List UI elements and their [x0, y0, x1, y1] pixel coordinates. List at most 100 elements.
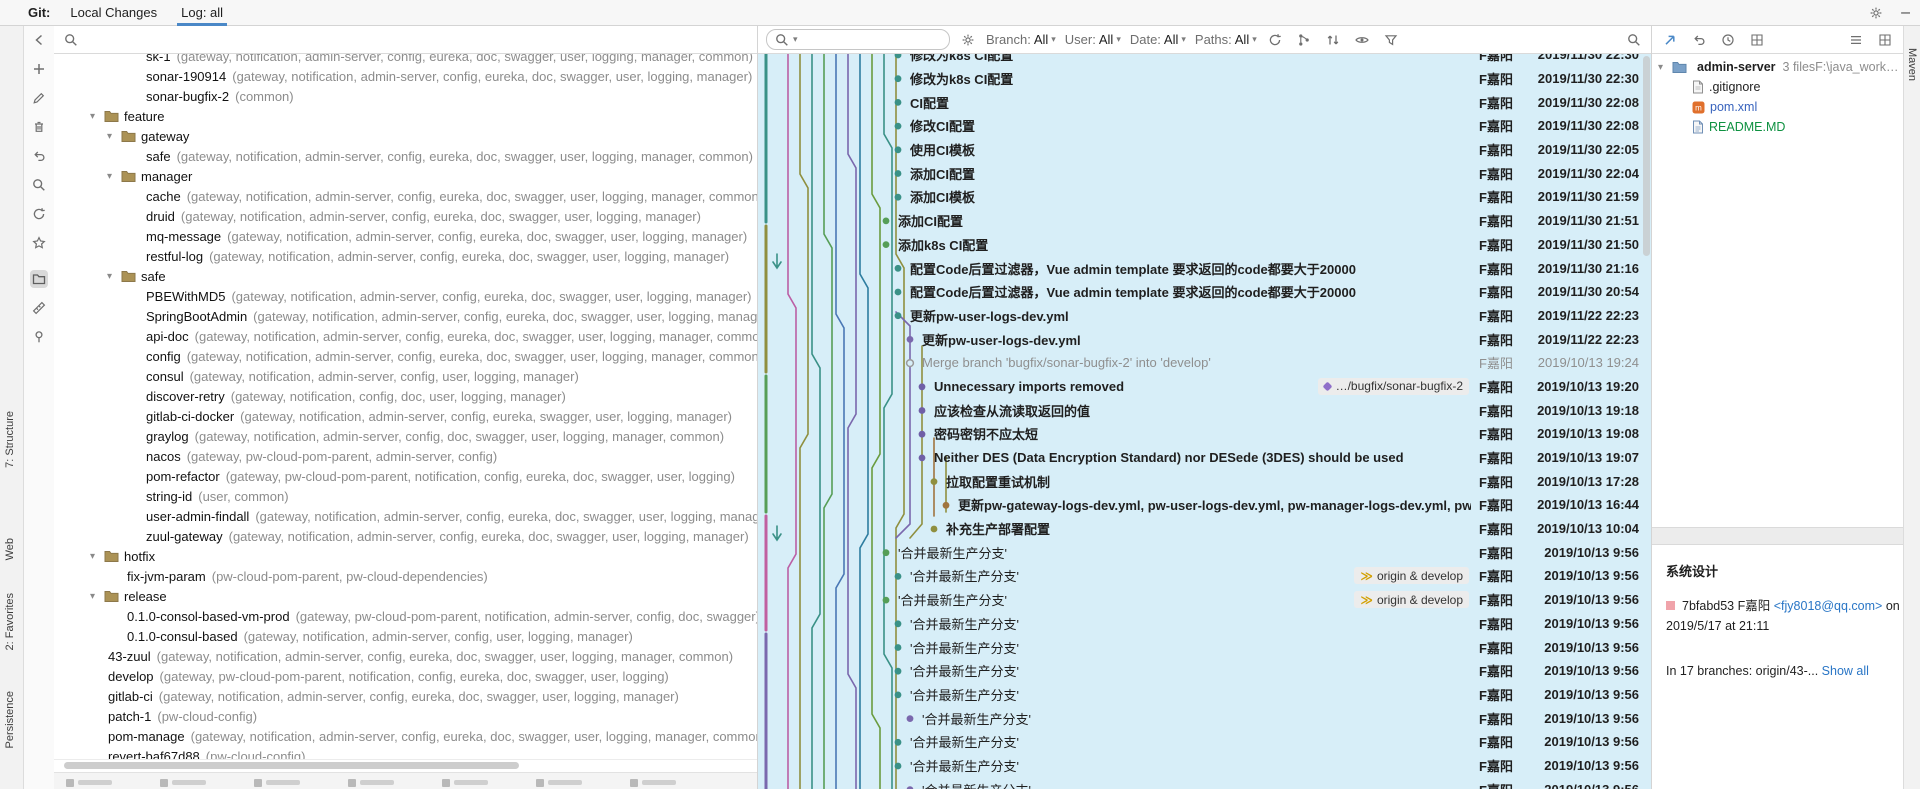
chevron-down-icon[interactable]: ▾	[107, 131, 121, 142]
author-email-link[interactable]: <fjy8018@qq.com>	[1774, 599, 1883, 613]
user-filter[interactable]: User: All ▾	[1065, 32, 1121, 47]
log-search-input[interactable]	[801, 31, 942, 48]
branch-row[interactable]: graylog(gateway, notification, admin-ser…	[54, 426, 757, 446]
commit-row[interactable]: '合并最新生产分支'F嘉阳2019/10/13 9:56	[758, 612, 1651, 636]
branch-search-input[interactable]	[86, 31, 749, 48]
branch-row[interactable]: restful-log(gateway, notification, admin…	[54, 246, 757, 266]
rollback-icon[interactable]	[30, 147, 48, 165]
branch-row[interactable]: sonar-190914(gateway, notification, admi…	[54, 66, 757, 86]
date-filter[interactable]: Date: All ▾	[1130, 32, 1186, 47]
commit-row[interactable]: '合并最新生产分支'F嘉阳2019/10/13 9:56	[758, 659, 1651, 683]
branch-row[interactable]: PBEWithMD5(gateway, notification, admin-…	[54, 286, 757, 306]
changed-file-row[interactable]: README.MD	[1652, 117, 1903, 137]
history-icon[interactable]	[1719, 31, 1737, 49]
add-icon[interactable]	[30, 60, 48, 78]
rollback-icon[interactable]	[1690, 31, 1708, 49]
chevron-down-icon[interactable]: ▾	[90, 111, 104, 122]
commit-row[interactable]: 更新pw-user-logs-dev.ymlF嘉阳2019/11/22 22:2…	[758, 327, 1651, 351]
changed-file-row[interactable]: mpom.xml	[1652, 97, 1903, 117]
commit-row[interactable]: 密码密钥不应太短F嘉阳2019/10/13 19:08	[758, 422, 1651, 446]
commit-row[interactable]: 拉取配置重试机制F嘉阳2019/10/13 17:28	[758, 469, 1651, 493]
star-icon[interactable]	[30, 234, 48, 252]
sort-icon[interactable]	[1324, 31, 1342, 49]
commit-row[interactable]: 修改为k8s CI配置F嘉阳2019/11/30 22:30	[758, 67, 1651, 91]
minimize-icon[interactable]: –	[1901, 5, 1910, 21]
details-splitter[interactable]	[1652, 527, 1903, 545]
commit-row[interactable]: 更新pw-user-logs-dev.ymlF嘉阳2019/11/22 22:2…	[758, 304, 1651, 328]
scrollbar-thumb[interactable]	[64, 762, 519, 769]
commit-row[interactable]: 配置Code后置过滤器，Vue admin template 要求返回的code…	[758, 256, 1651, 280]
chevron-down-icon[interactable]: ▾	[107, 171, 121, 182]
branch-row[interactable]: cache(gateway, notification, admin-serve…	[54, 186, 757, 206]
collapse-icon[interactable]	[30, 31, 48, 49]
branch-row[interactable]: sk-1(gateway, notification, admin-server…	[54, 54, 757, 66]
edit-icon[interactable]	[30, 89, 48, 107]
commit-row[interactable]: 补充生产部署配置F嘉阳2019/10/13 10:04	[758, 517, 1651, 541]
branch-row[interactable]: 43-zuul(gateway, notification, admin-ser…	[54, 646, 757, 666]
branch-row[interactable]: consul(gateway, notification, admin-serv…	[54, 366, 757, 386]
chevron-down-icon[interactable]: ▾	[107, 271, 121, 282]
commit-row[interactable]: 添加CI模板F嘉阳2019/11/30 21:59	[758, 185, 1651, 209]
branch-row[interactable]: gitlab-ci(gateway, notification, admin-s…	[54, 686, 757, 706]
search-icon[interactable]	[30, 176, 48, 194]
commit-row[interactable]: '合并最新生产分支'F嘉阳2019/10/13 9:56	[758, 754, 1651, 778]
commit-row[interactable]: '合并最新生产分支'F嘉阳2019/10/13 9:56	[758, 635, 1651, 659]
commit-row[interactable]: Unnecessary imports removed…/bugfix/sona…	[758, 375, 1651, 399]
stripe-persistence-button[interactable]: Persistence	[4, 691, 16, 748]
commit-row[interactable]: Merge branch 'bugfix/sonar-bugfix-2' int…	[758, 351, 1651, 375]
tab-log-all[interactable]: Log: all	[169, 0, 235, 26]
commit-row[interactable]: 更新pw-gateway-logs-dev.yml, pw-user-logs-…	[758, 493, 1651, 517]
branches-icon[interactable]	[1295, 31, 1313, 49]
commit-row[interactable]: '合并最新生产分支'≫origin & developF嘉阳2019/10/13…	[758, 564, 1651, 588]
horizontal-scrollbar[interactable]	[54, 759, 757, 772]
commit-row[interactable]: 配置Code后置过滤器，Vue admin template 要求返回的code…	[758, 280, 1651, 304]
commit-row[interactable]: 添加CI配置F嘉阳2019/11/30 21:51	[758, 209, 1651, 233]
branch-row[interactable]: config(gateway, notification, admin-serv…	[54, 346, 757, 366]
commit-row[interactable]: '合并最新生产分支'≫origin & developF嘉阳2019/10/13…	[758, 588, 1651, 612]
gear-icon[interactable]	[1867, 4, 1885, 22]
grid-icon[interactable]	[1748, 31, 1766, 49]
branch-row[interactable]: druid(gateway, notification, admin-serve…	[54, 206, 757, 226]
branch-row[interactable]: sonar-bugfix-2(common)	[54, 86, 757, 106]
stripe-structure-button[interactable]: 7: Structure	[4, 411, 16, 468]
branch-row[interactable]: mq-message(gateway, notification, admin-…	[54, 226, 757, 246]
branch-row[interactable]: user-admin-findall(gateway, notification…	[54, 506, 757, 526]
commit-row[interactable]: 修改为k8s CI配置F嘉阳2019/11/30 22:30	[758, 54, 1651, 67]
stripe-favorites-button[interactable]: 2: Favorites	[4, 593, 16, 650]
branch-row[interactable]: 0.1.0-consul-based(gateway, notification…	[54, 626, 757, 646]
branch-row[interactable]: pom-manage(gateway, notification, admin-…	[54, 726, 757, 746]
commit-row[interactable]: '合并最新生产分支'F嘉阳2019/10/13 9:56	[758, 683, 1651, 707]
pin-icon[interactable]	[30, 328, 48, 346]
branch-row[interactable]: safe(gateway, notification, admin-server…	[54, 146, 757, 166]
branch-group-row[interactable]: ▾safe	[54, 266, 757, 286]
locate-icon[interactable]	[1661, 31, 1679, 49]
eye-icon[interactable]	[1353, 31, 1371, 49]
branch-row[interactable]: revert-baf67d88(pw-cloud-config)	[54, 746, 757, 759]
commit-row[interactable]: CI配置F嘉阳2019/11/30 22:08	[758, 90, 1651, 114]
folder-icon[interactable]	[30, 270, 48, 288]
show-all-link[interactable]: Show all	[1822, 664, 1869, 678]
branch-group-row[interactable]: ▾feature	[54, 106, 757, 126]
chevron-down-icon[interactable]: ▾	[1658, 62, 1672, 73]
branch-group-row[interactable]: ▾release	[54, 586, 757, 606]
log-search-field[interactable]: ▾	[766, 29, 950, 50]
grid-icon[interactable]	[1876, 31, 1894, 49]
tab-local-changes[interactable]: Local Changes	[58, 0, 169, 26]
delete-icon[interactable]	[30, 118, 48, 136]
ruler-icon[interactable]	[30, 299, 48, 317]
changed-files-root-row[interactable]: ▾ admin-server 3 files F:\java_worksp...	[1652, 57, 1903, 77]
branch-row[interactable]: gitlab-ci-docker(gateway, notification, …	[54, 406, 757, 426]
refresh-icon[interactable]	[30, 205, 48, 223]
branch-group-row[interactable]: ▾hotfix	[54, 546, 757, 566]
stripe-web-button[interactable]: Web	[4, 538, 16, 560]
branch-row[interactable]: pom-refactor(gateway, pw-cloud-pom-paren…	[54, 466, 757, 486]
stripe-maven-button[interactable]: Maven	[1906, 48, 1918, 81]
filter-icon[interactable]	[1382, 31, 1400, 49]
branch-row[interactable]: 0.1.0-consol-based-vm-prod(gateway, pw-c…	[54, 606, 757, 626]
find-icon[interactable]	[1625, 31, 1643, 49]
branch-filter[interactable]: Branch: All ▾	[986, 32, 1056, 47]
branch-row[interactable]: string-id(user, common)	[54, 486, 757, 506]
branch-row[interactable]: zuul-gateway(gateway, notification, admi…	[54, 526, 757, 546]
branch-row[interactable]: fix-jvm-param(pw-cloud-pom-parent, pw-cl…	[54, 566, 757, 586]
branch-row[interactable]: develop(gateway, pw-cloud-pom-parent, no…	[54, 666, 757, 686]
